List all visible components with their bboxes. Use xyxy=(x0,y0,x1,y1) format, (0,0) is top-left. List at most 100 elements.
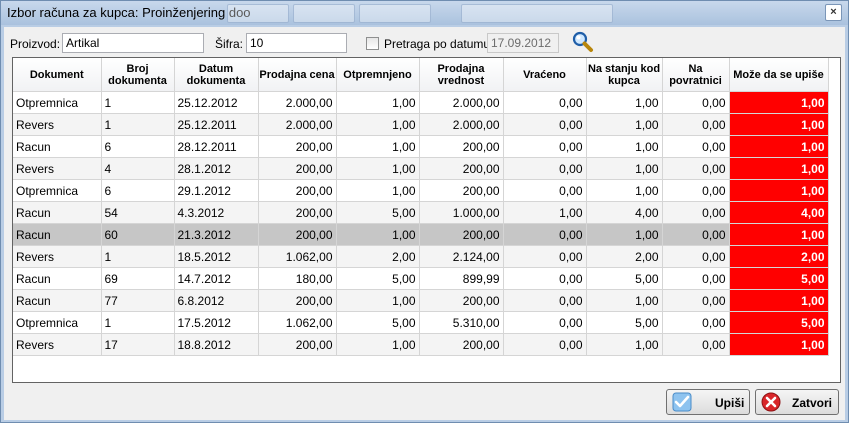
table-cell[interactable]: Otpremnica xyxy=(13,311,102,334)
table-cell[interactable]: 1,00 xyxy=(586,113,663,136)
table-cell[interactable]: 0,00 xyxy=(503,179,587,202)
table-cell[interactable]: 2,00 xyxy=(586,245,663,268)
table-cell[interactable]: 4 xyxy=(101,157,175,180)
table-cell[interactable]: 5,00 xyxy=(586,311,663,334)
table-cell[interactable]: 1,00 xyxy=(336,157,420,180)
table-cell[interactable]: 1,00 xyxy=(586,223,663,246)
table-cell[interactable]: 77 xyxy=(101,289,175,312)
table-cell[interactable]: Revers xyxy=(13,157,102,180)
table-cell[interactable]: 17.5.2012 xyxy=(174,311,259,334)
table-cell[interactable]: 0,00 xyxy=(503,333,587,356)
table-cell[interactable]: Racun xyxy=(13,267,102,290)
magnifier-icon[interactable] xyxy=(571,30,595,54)
table-cell[interactable]: 1.000,00 xyxy=(419,201,504,224)
table-cell[interactable]: 0,00 xyxy=(662,91,730,114)
highlight-cell[interactable]: 5,00 xyxy=(729,267,829,290)
table-cell[interactable]: Revers xyxy=(13,333,102,356)
table-cell[interactable]: 1.062,00 xyxy=(258,245,337,268)
table-row[interactable]: Racun 77 6.8.2012 200,00 1,00 200,00 0,00 1,00 0… xyxy=(13,289,829,312)
column-header[interactable]: Broj dokumenta xyxy=(101,58,175,92)
table-cell[interactable]: 200,00 xyxy=(419,223,504,246)
column-header[interactable]: Prodajna cena xyxy=(258,58,337,92)
column-header[interactable]: Datum dokumenta xyxy=(174,58,259,92)
table-cell[interactable]: Racun xyxy=(13,223,102,246)
table-cell[interactable]: 1 xyxy=(101,245,175,268)
column-header[interactable]: Dokument xyxy=(13,58,102,92)
table-cell[interactable]: 1,00 xyxy=(586,179,663,202)
table-cell[interactable]: 4,00 xyxy=(586,201,663,224)
table-cell[interactable]: 0,00 xyxy=(662,245,730,268)
table-cell[interactable]: Racun xyxy=(13,135,102,158)
table-row[interactable]: Racun 54 4.3.2012 200,00 5,00 1.000,00 1,00 4,0… xyxy=(13,201,829,224)
table-cell[interactable]: 18.5.2012 xyxy=(174,245,259,268)
table-cell[interactable]: 1,00 xyxy=(586,289,663,312)
table-cell[interactable]: 5.310,00 xyxy=(419,311,504,334)
table-cell[interactable]: 200,00 xyxy=(419,333,504,356)
table-cell[interactable]: 2.000,00 xyxy=(419,91,504,114)
table-row[interactable]: Otpremnica 6 29.1.2012 200,00 1,00 200,00 0,00… xyxy=(13,179,829,202)
table-cell[interactable]: 0,00 xyxy=(503,245,587,268)
proizvod-input[interactable]: Artikal xyxy=(62,33,204,53)
table-cell[interactable]: 0,00 xyxy=(662,223,730,246)
highlight-cell[interactable]: 5,00 xyxy=(729,311,829,334)
table-row[interactable]: Racun 69 14.7.2012 180,00 5,00 899,99 0,00 5,00… xyxy=(13,267,829,290)
table-cell[interactable]: 180,00 xyxy=(258,267,337,290)
table-cell[interactable]: 200,00 xyxy=(258,333,337,356)
table-cell[interactable]: 2,00 xyxy=(336,245,420,268)
table-cell[interactable]: 14.7.2012 xyxy=(174,267,259,290)
table-cell[interactable]: 1 xyxy=(101,91,175,114)
table-cell[interactable]: 0,00 xyxy=(503,113,587,136)
highlight-cell[interactable]: 1,00 xyxy=(729,223,829,246)
table-row[interactable]: Otpremnica 1 17.5.2012 1.062,00 5,00 5.310,00… xyxy=(13,311,829,334)
highlight-cell[interactable]: 1,00 xyxy=(729,333,829,356)
table-cell[interactable]: 25.12.2012 xyxy=(174,91,259,114)
table-cell[interactable]: 4.3.2012 xyxy=(174,201,259,224)
table-cell[interactable]: 21.3.2012 xyxy=(174,223,259,246)
highlight-cell[interactable]: 1,00 xyxy=(729,135,829,158)
table-cell[interactable]: 60 xyxy=(101,223,175,246)
column-header[interactable]: Može da se upiše xyxy=(729,58,829,92)
table-cell[interactable]: 0,00 xyxy=(503,91,587,114)
table-cell[interactable]: 2.000,00 xyxy=(258,113,337,136)
table-cell[interactable]: 28.12.2011 xyxy=(174,135,259,158)
table-cell[interactable]: Revers xyxy=(13,113,102,136)
table-cell[interactable]: 54 xyxy=(101,201,175,224)
highlight-cell[interactable]: 1,00 xyxy=(729,157,829,180)
table-cell[interactable]: 899,99 xyxy=(419,267,504,290)
table-cell[interactable]: 1,00 xyxy=(336,179,420,202)
table-cell[interactable]: 0,00 xyxy=(662,201,730,224)
highlight-cell[interactable]: 4,00 xyxy=(729,201,829,224)
upisi-button[interactable]: Upiši xyxy=(666,389,750,415)
column-header[interactable]: Na stanju kod kupca xyxy=(586,58,663,92)
table-cell[interactable]: 0,00 xyxy=(662,267,730,290)
table-cell[interactable]: 5,00 xyxy=(586,267,663,290)
table-row[interactable]: Racun 6 28.12.2011 200,00 1,00 200,00 0,00 1,00… xyxy=(13,135,829,158)
column-header[interactable]: Vraćeno xyxy=(503,58,587,92)
table-cell[interactable]: Revers xyxy=(13,245,102,268)
table-cell[interactable]: 0,00 xyxy=(662,333,730,356)
table-cell[interactable]: Otpremnica xyxy=(13,91,102,114)
table-cell[interactable]: 2.124,00 xyxy=(419,245,504,268)
highlight-cell[interactable]: 1,00 xyxy=(729,113,829,136)
zatvori-button[interactable]: Zatvori xyxy=(755,389,839,415)
table-cell[interactable]: 0,00 xyxy=(662,179,730,202)
table-cell[interactable]: 200,00 xyxy=(258,179,337,202)
table-cell[interactable]: 6.8.2012 xyxy=(174,289,259,312)
table-cell[interactable]: 0,00 xyxy=(662,311,730,334)
table-cell[interactable]: Racun xyxy=(13,201,102,224)
table-cell[interactable]: 1,00 xyxy=(336,223,420,246)
table-row[interactable]: Revers 17 18.8.2012 200,00 1,00 200,00 0,00 1,0… xyxy=(13,333,829,356)
table-cell[interactable]: Racun xyxy=(13,289,102,312)
table-cell[interactable]: 200,00 xyxy=(258,157,337,180)
table-cell[interactable]: 0,00 xyxy=(503,289,587,312)
table-cell[interactable]: 200,00 xyxy=(258,201,337,224)
table-cell[interactable]: 0,00 xyxy=(662,289,730,312)
table-cell[interactable]: 200,00 xyxy=(258,223,337,246)
table-cell[interactable]: 0,00 xyxy=(503,267,587,290)
table-cell[interactable]: 1,00 xyxy=(503,201,587,224)
table-cell[interactable]: 200,00 xyxy=(419,135,504,158)
table-cell[interactable]: 1,00 xyxy=(586,91,663,114)
table-cell[interactable]: 1,00 xyxy=(586,135,663,158)
highlight-cell[interactable]: 1,00 xyxy=(729,289,829,312)
table-cell[interactable]: 200,00 xyxy=(258,135,337,158)
